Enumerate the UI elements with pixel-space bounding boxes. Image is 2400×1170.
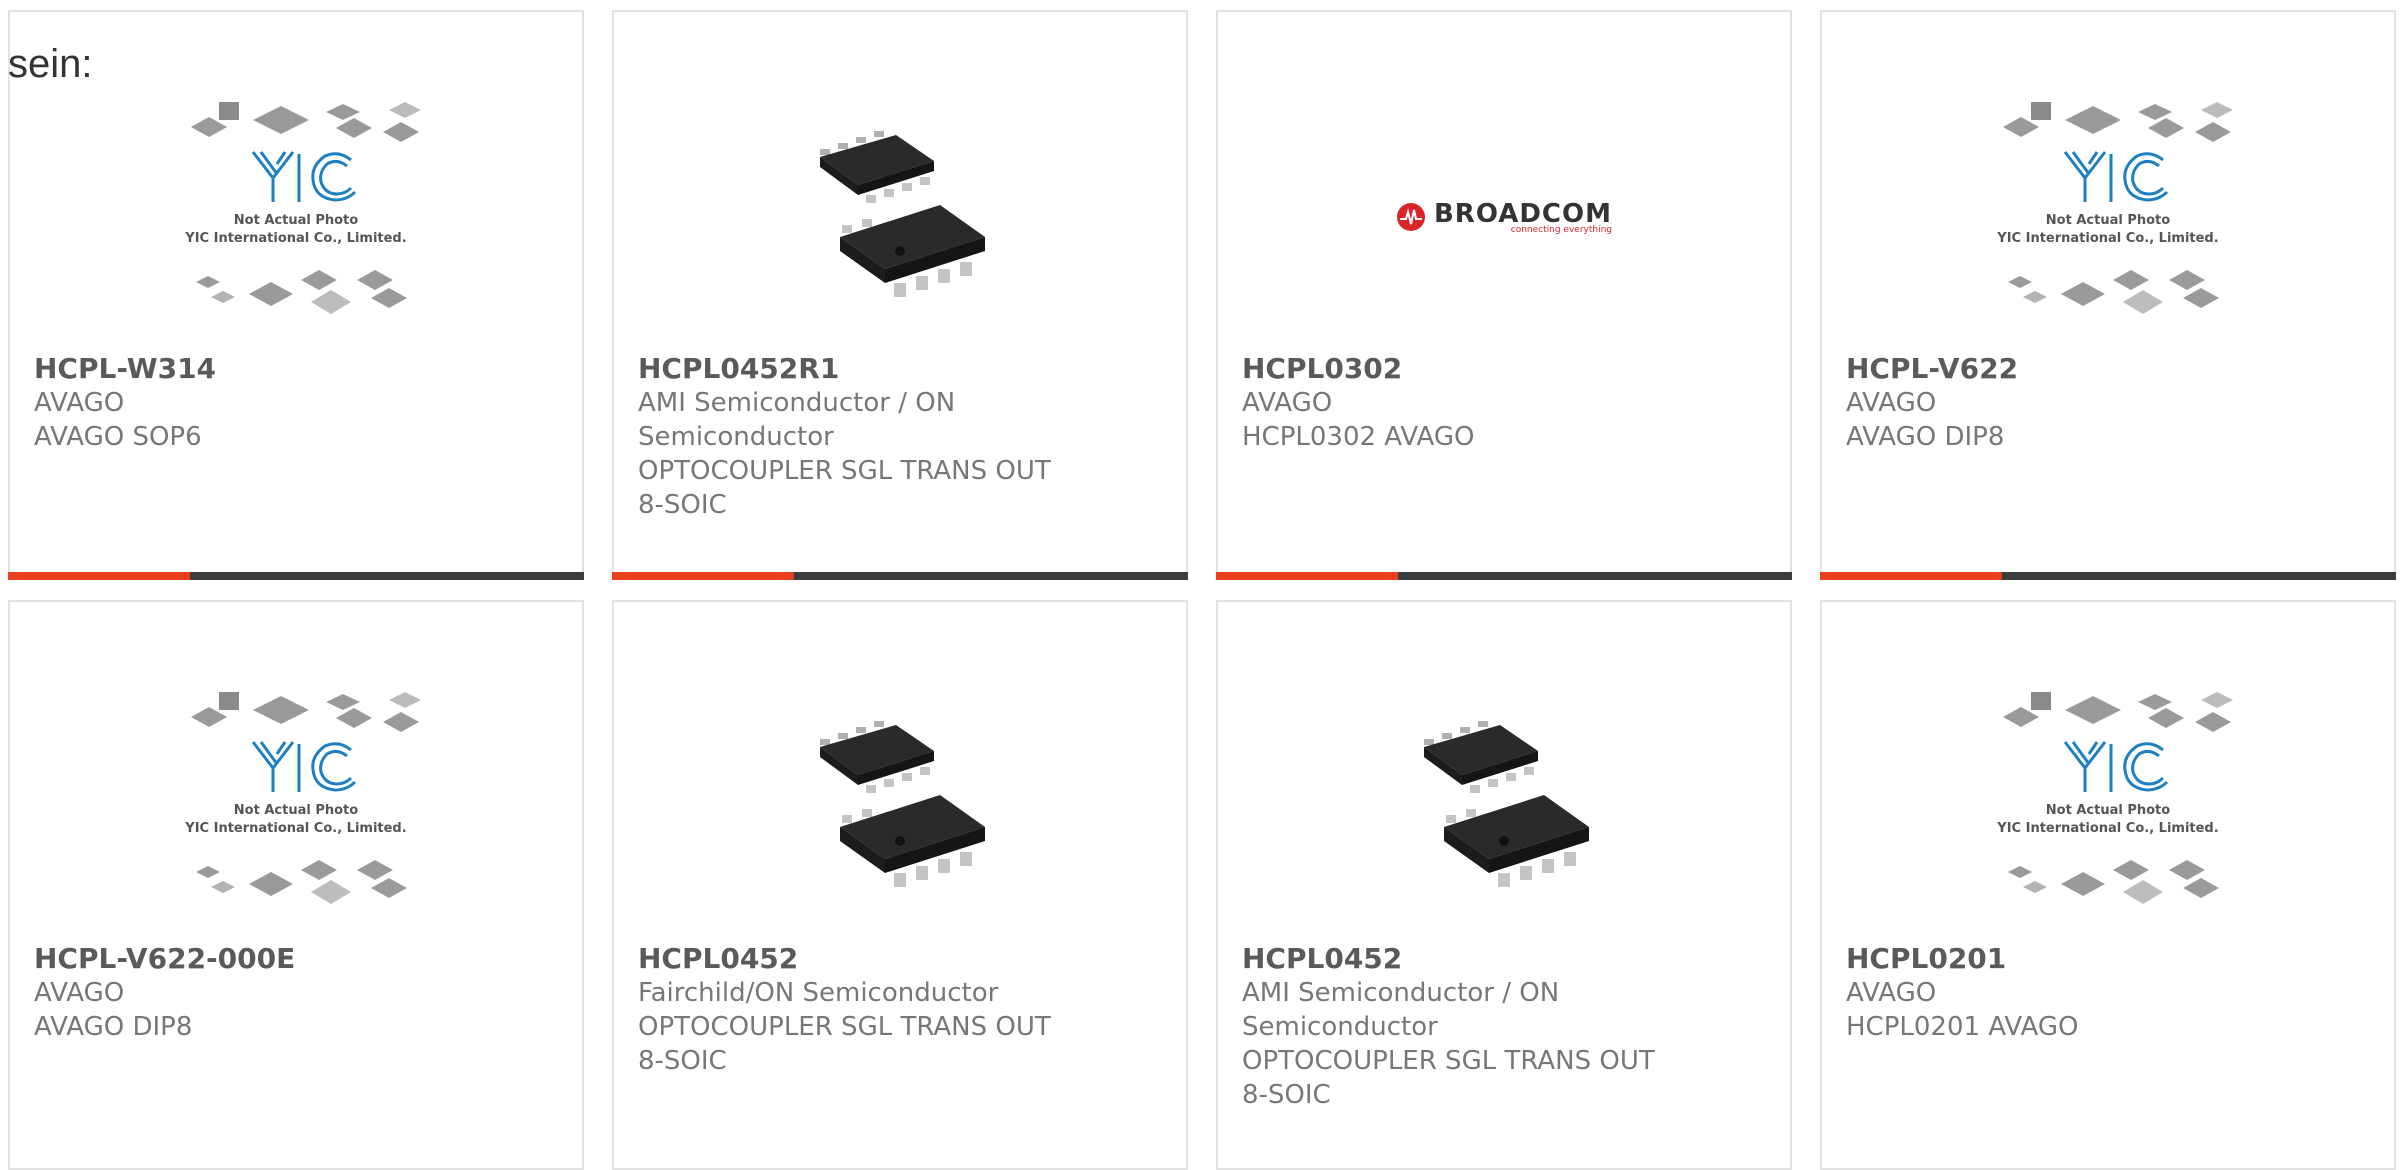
description: AVAGO DIP8: [34, 1012, 193, 1042]
svg-text:Not Actual Photo: Not Actual Photo: [2046, 803, 2170, 818]
product-info: HCPL0452 AMI Semiconductor / ON Semicond…: [1242, 942, 1662, 1112]
product-image[interactable]: BROADCOM connecting everything: [1218, 82, 1790, 352]
svg-text:YIC International Co., Limited: YIC International Co., Limited.: [1996, 231, 2218, 246]
product-image[interactable]: [614, 82, 1186, 352]
product-image[interactable]: Not Actual Photo YIC International Co., …: [10, 672, 582, 942]
svg-text:Not Actual Photo: Not Actual Photo: [2046, 213, 2170, 228]
product-info: HCPL-V622-000E AVAGO AVAGO DIP8: [34, 942, 454, 1044]
manufacturer: AVAGO: [1846, 388, 1937, 418]
product-info: HCPL0452 Fairchild/ON Semiconductor OPTO…: [638, 942, 1058, 1078]
part-number[interactable]: HCPL-V622: [1846, 352, 2266, 386]
broadcom-mark-icon: [1396, 203, 1425, 231]
bar-accent: [612, 572, 794, 580]
product-card[interactable]: Not Actual Photo YIC International Co., …: [8, 600, 584, 1170]
manufacturer: AVAGO: [34, 978, 125, 1008]
yic-placeholder-image: Not Actual Photo YIC International Co., …: [1996, 102, 2233, 314]
card-bottom-bar: [8, 572, 584, 580]
card-bottom-bar: [1820, 572, 2396, 580]
manufacturer: AMI Semiconductor / ON Semiconductor: [1242, 978, 1560, 1042]
product-card[interactable]: BROADCOM connecting everything HCPL0302 …: [1216, 10, 1792, 580]
bar-accent: [1820, 572, 2002, 580]
product-image[interactable]: [1218, 672, 1790, 942]
part-number[interactable]: HCPL0302: [1242, 352, 1662, 386]
card-bottom-bar: [1216, 572, 1792, 580]
svg-text:YIC International Co., Limited: YIC International Co., Limited.: [1996, 821, 2218, 836]
part-number[interactable]: HCPL0452: [1242, 942, 1662, 976]
svg-text:Not Actual Photo: Not Actual Photo: [234, 803, 358, 818]
product-card[interactable]: Not Actual Photo YIC International Co., …: [1820, 600, 2396, 1170]
product-card[interactable]: HCPL0452 AMI Semiconductor / ON Semicond…: [1216, 600, 1792, 1170]
description: AVAGO DIP8: [1846, 422, 2005, 452]
description: OPTOCOUPLER SGL TRANS OUT 8-SOIC: [638, 456, 1051, 520]
description: OPTOCOUPLER SGL TRANS OUT 8-SOIC: [638, 1012, 1051, 1076]
manufacturer: AVAGO: [1846, 978, 1937, 1008]
description: AVAGO SOP6: [34, 422, 202, 452]
part-number[interactable]: HCPL0201: [1846, 942, 2266, 976]
soic-8-chip-image: [820, 131, 985, 297]
manufacturer: AMI Semiconductor / ON Semiconductor: [638, 388, 956, 452]
yic-placeholder-image: Not Actual Photo YIC International Co., …: [184, 102, 421, 314]
product-info: HCPL-W314 AVAGO AVAGO SOP6: [34, 352, 454, 454]
product-image[interactable]: [614, 672, 1186, 942]
bar-accent: [1216, 572, 1398, 580]
part-number[interactable]: HCPL0452: [638, 942, 1058, 976]
svg-text:YIC International Co., Limited: YIC International Co., Limited.: [184, 821, 406, 836]
product-info: HCPL-V622 AVAGO AVAGO DIP8: [1846, 352, 2266, 454]
product-image[interactable]: Not Actual Photo YIC International Co., …: [1822, 672, 2394, 942]
product-info: HCPL0452R1 AMI Semiconductor / ON Semico…: [638, 352, 1058, 522]
yic-placeholder-image: Not Actual Photo YIC International Co., …: [184, 692, 421, 904]
svg-text:YIC International Co., Limited: YIC International Co., Limited.: [184, 231, 406, 246]
product-card[interactable]: HCPL0452R1 AMI Semiconductor / ON Semico…: [612, 10, 1188, 580]
product-image[interactable]: Not Actual Photo YIC International Co., …: [10, 82, 582, 352]
description: HCPL0201 AVAGO: [1846, 1012, 2079, 1042]
manufacturer: AVAGO: [1242, 388, 1333, 418]
part-number[interactable]: HCPL0452R1: [638, 352, 1058, 386]
svg-text:Not Actual Photo: Not Actual Photo: [234, 213, 358, 228]
product-card[interactable]: Not Actual Photo YIC International Co., …: [1820, 10, 2396, 580]
yic-placeholder-image: Not Actual Photo YIC International Co., …: [1996, 692, 2233, 904]
soic-8-chip-image: [1424, 721, 1589, 887]
product-info: HCPL0302 AVAGO HCPL0302 AVAGO: [1242, 352, 1662, 454]
product-card[interactable]: Not Actual Photo YIC International Co., …: [8, 10, 584, 580]
description: OPTOCOUPLER SGL TRANS OUT 8-SOIC: [1242, 1046, 1655, 1110]
manufacturer: AVAGO: [34, 388, 125, 418]
card-bottom-bar: [612, 572, 1188, 580]
part-number[interactable]: HCPL-V622-000E: [34, 942, 454, 976]
product-image[interactable]: Not Actual Photo YIC International Co., …: [1822, 82, 2394, 352]
bar-accent: [8, 572, 190, 580]
description: HCPL0302 AVAGO: [1242, 422, 1475, 452]
manufacturer: Fairchild/ON Semiconductor: [638, 978, 999, 1008]
soic-8-chip-image: [820, 721, 985, 887]
part-number[interactable]: HCPL-W314: [34, 352, 454, 386]
broadcom-logo: BROADCOM connecting everything: [1396, 199, 1612, 235]
product-info: HCPL0201 AVAGO HCPL0201 AVAGO: [1846, 942, 2266, 1044]
product-card[interactable]: HCPL0452 Fairchild/ON Semiconductor OPTO…: [612, 600, 1188, 1170]
intro-text: sein:: [8, 42, 93, 86]
